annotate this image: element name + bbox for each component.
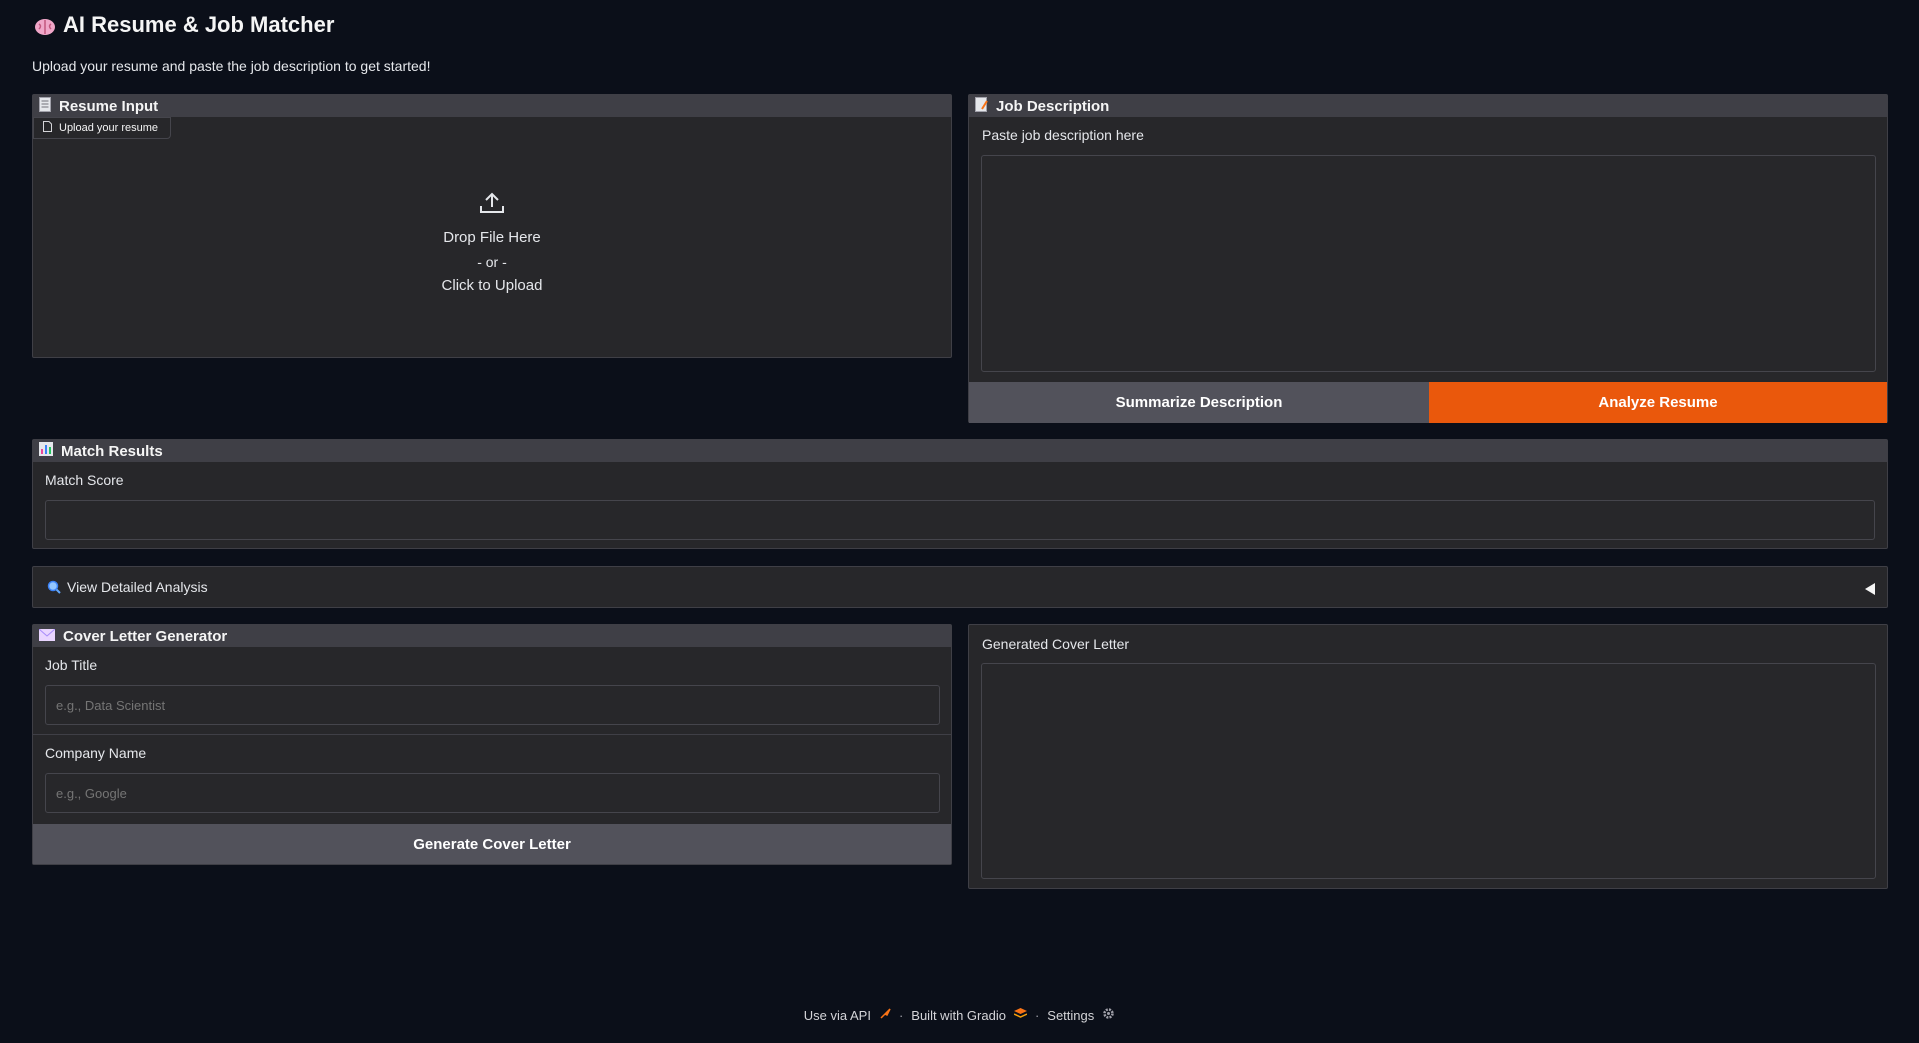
analyze-resume-button[interactable]: Analyze Resume (1429, 382, 1887, 423)
resume-input-panel: Resume Input Upload your resume Drop Fil… (32, 94, 952, 358)
triangle-left-icon[interactable] (1865, 582, 1875, 600)
match-score-label: Match Score (45, 472, 124, 488)
generated-cover-letter-panel: Generated Cover Letter (968, 624, 1888, 889)
or-text: - or - (477, 254, 507, 270)
summarize-description-button[interactable]: Summarize Description (969, 382, 1429, 423)
detailed-analysis-label: View Detailed Analysis (67, 579, 208, 595)
cover-letter-title: Cover Letter Generator (63, 627, 228, 645)
footer-separator: · (898, 1007, 904, 1023)
use-via-api-link[interactable]: Use via API (804, 1008, 871, 1023)
brain-icon (34, 16, 55, 35)
match-score-field (45, 500, 1875, 540)
detailed-analysis-accordion[interactable]: View Detailed Analysis (32, 566, 1888, 608)
memo-icon (975, 96, 988, 116)
bar-chart-icon (39, 442, 53, 460)
job-title-input[interactable] (45, 685, 940, 725)
job-description-panel: Job Description Paste job description he… (968, 94, 1888, 423)
upload-resume-chip: Upload your resume (33, 117, 171, 139)
footer: Use via API · Built with Gradio · Settin… (0, 1007, 1919, 1023)
rocket-icon (879, 1007, 891, 1023)
settings-link[interactable]: Settings (1047, 1008, 1094, 1023)
app-title: AI Resume & Job Matcher (34, 12, 334, 38)
job-description-textarea[interactable] (981, 155, 1876, 372)
cover-letter-header: Cover Letter Generator (33, 625, 951, 647)
app-title-text: AI Resume & Job Matcher (63, 12, 335, 37)
magnifier-icon (47, 580, 61, 599)
resume-input-header: Resume Input (33, 95, 951, 117)
generated-cover-letter-label: Generated Cover Letter (982, 636, 1130, 652)
job-description-header: Job Description (969, 95, 1887, 117)
gradio-logo-icon (1013, 1007, 1028, 1023)
document-icon (39, 96, 51, 116)
upload-arrow-icon (479, 191, 505, 220)
generate-cover-letter-button[interactable]: Generate Cover Letter (33, 824, 951, 864)
match-results-title: Match Results (61, 442, 163, 460)
resume-dropzone[interactable] (33, 139, 951, 357)
upload-chip-label: Upload your resume (59, 122, 159, 134)
envelope-icon (38, 628, 56, 645)
job-description-title: Job Description (996, 97, 1110, 115)
match-results-header: Match Results (33, 440, 1887, 462)
company-name-input[interactable] (45, 773, 940, 813)
click-to-upload-text: Click to Upload (441, 277, 543, 294)
built-with-gradio-link[interactable]: Built with Gradio (911, 1008, 1006, 1023)
drop-file-text: Drop File Here (443, 229, 541, 246)
job-description-label: Paste job description here (982, 127, 1144, 143)
app-subtitle: Upload your resume and paste the job des… (32, 58, 431, 74)
gear-icon[interactable] (1102, 1007, 1115, 1023)
resume-input-title: Resume Input (59, 97, 159, 115)
file-icon (43, 121, 52, 135)
generated-cover-letter-textarea[interactable] (981, 663, 1876, 879)
match-results-panel: Match Results Match Score (32, 439, 1888, 549)
field-divider (33, 734, 951, 735)
cover-letter-panel: Cover Letter Generator Job Title Company… (32, 624, 952, 865)
company-name-label: Company Name (45, 745, 147, 761)
job-title-label: Job Title (45, 657, 98, 673)
footer-separator-2: · (1034, 1007, 1040, 1023)
